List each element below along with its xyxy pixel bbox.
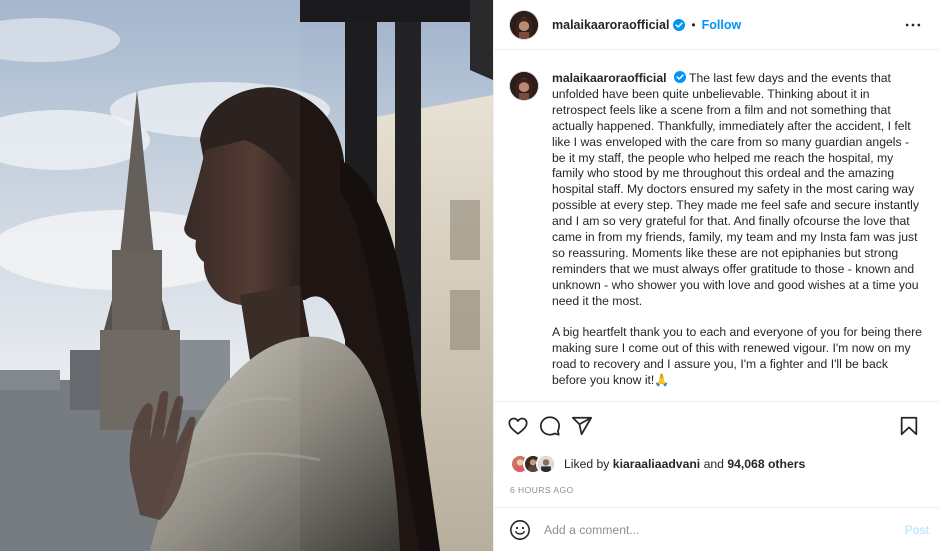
comment-input[interactable]: [544, 522, 905, 537]
likes-summary: Liked by kiaraaliaadvani and 94,068 othe…: [564, 457, 805, 471]
header-separator: •: [691, 17, 696, 32]
post-timestamp[interactable]: 6 HOURS AGO: [494, 479, 939, 501]
caption-avatar-image: [510, 72, 538, 100]
liker-avatars[interactable]: [510, 454, 556, 475]
caption-text: malaikaaroraofficial The last few days a…: [552, 71, 923, 401]
bookmark-icon[interactable]: [893, 410, 925, 442]
author-avatar-image: [510, 10, 538, 39]
caption-paragraph-2: A big heartfelt thank you to each and ev…: [552, 325, 922, 388]
post-header: malaikaaroraofficial • Follow: [494, 0, 939, 50]
photo-woman-at-window: [0, 0, 493, 551]
caption-verified-badge-icon: [673, 71, 686, 83]
likes-user-link[interactable]: kiaraaliaadvani: [613, 457, 700, 471]
share-icon[interactable]: [566, 410, 598, 442]
caption-paragraph-1: malaikaaroraofficial The last few days a…: [552, 71, 923, 310]
post-photo[interactable]: [0, 0, 493, 551]
instagram-post: malaikaaroraofficial • Follow malaikaaro…: [0, 0, 939, 551]
likes-joiner: and: [703, 457, 724, 472]
comment-bar: Post: [494, 507, 939, 551]
more-options-icon[interactable]: [901, 13, 925, 37]
post-panel: malaikaaroraofficial • Follow malaikaaro…: [493, 0, 939, 551]
likes-row: Liked by kiaraaliaadvani and 94,068 othe…: [494, 449, 939, 479]
caption-paragraph-1-text: The last few days and the events that un…: [552, 71, 919, 308]
comment-icon[interactable]: [534, 410, 566, 442]
post-actions: [494, 401, 939, 449]
liker-avatar-3: [536, 454, 556, 475]
caption-area: malaikaaroraofficial The last few days a…: [494, 50, 939, 401]
heart-icon[interactable]: [502, 410, 534, 442]
likes-count-link[interactable]: 94,068 others: [727, 457, 805, 471]
follow-button[interactable]: Follow: [702, 18, 742, 32]
caption-author-avatar[interactable]: [510, 72, 538, 100]
author-avatar[interactable]: [510, 10, 538, 39]
post-comment-button[interactable]: Post: [905, 523, 929, 537]
likes-prefix: Liked by: [564, 457, 610, 472]
caption-username[interactable]: malaikaaroraofficial: [552, 71, 666, 85]
author-username[interactable]: malaikaaroraofficial: [552, 18, 669, 32]
verified-badge-icon: [673, 18, 686, 31]
emoji-icon[interactable]: [508, 518, 532, 542]
